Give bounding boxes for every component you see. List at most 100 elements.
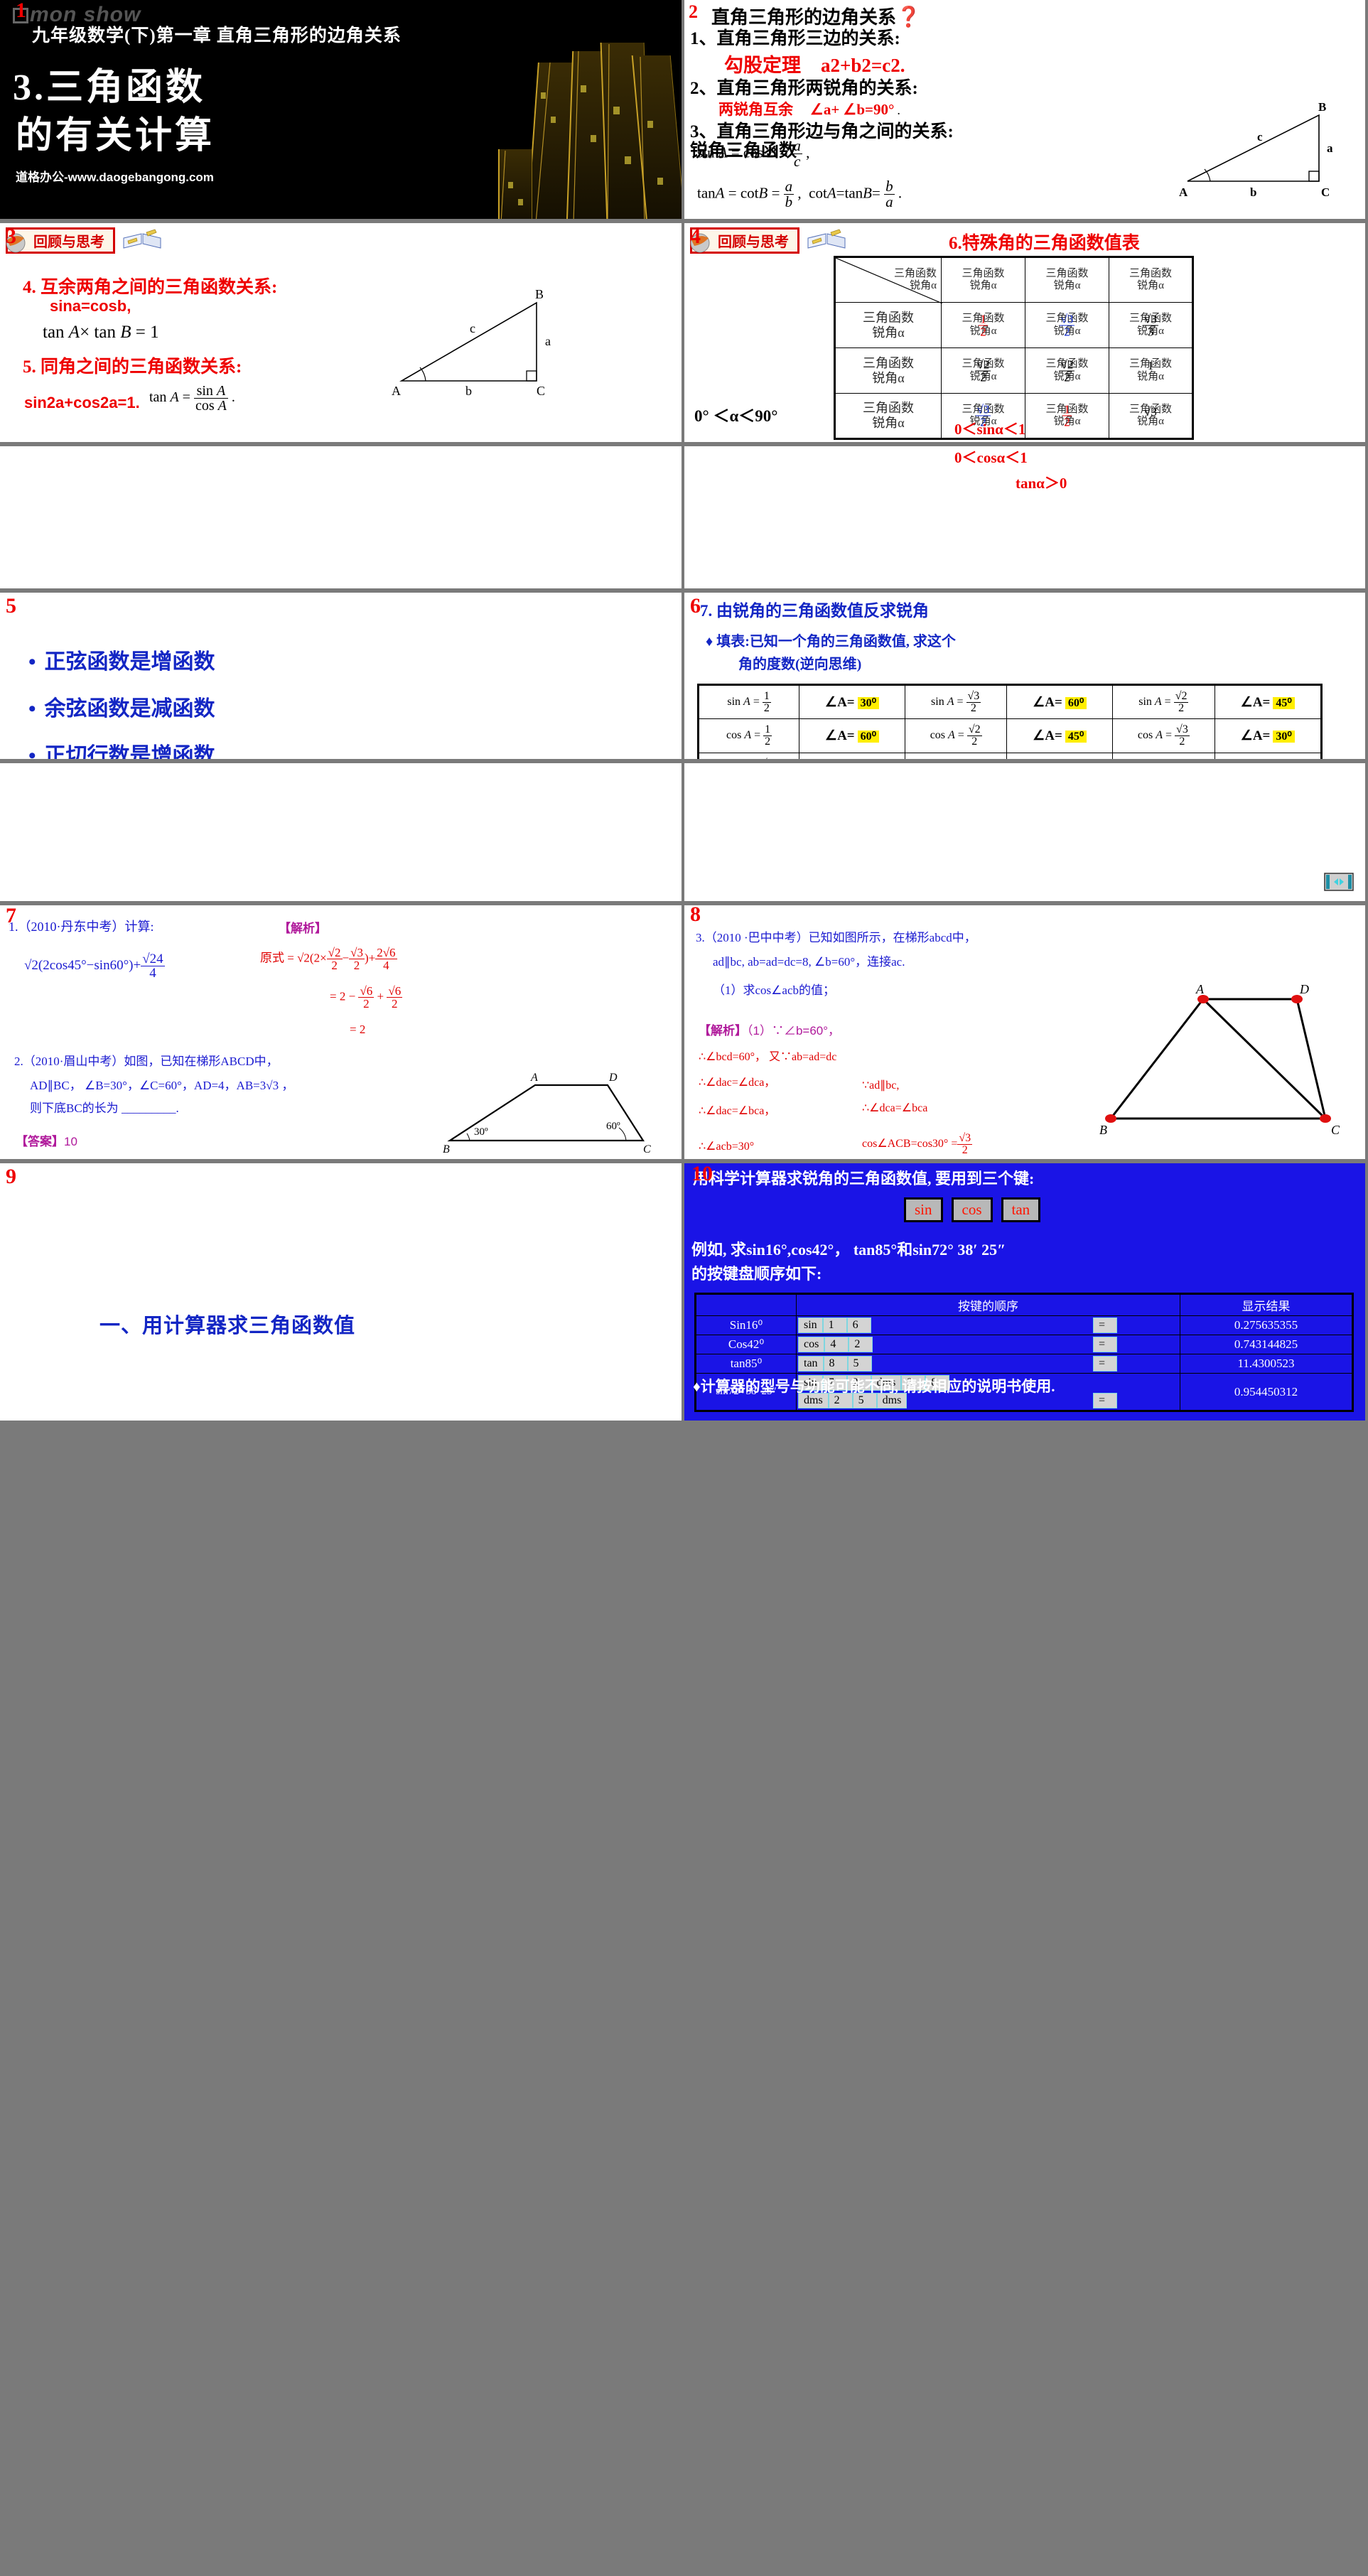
slide4-note-2: 0＜cosα＜1 (954, 449, 1028, 466)
slide7-question-2-line-3: 则下底BC的长为 _________. (30, 1101, 179, 1115)
book-icon (807, 229, 846, 249)
slide4-note-1: 0＜sinα＜1 (954, 421, 1026, 438)
sin-key[interactable]: sin (904, 1197, 943, 1222)
table-header-row: 按键的顺序 显示结果 (695, 1293, 1353, 1316)
slide7-answer: 【答案】10 (16, 1135, 77, 1148)
slide-2[interactable]: 2 直角三角形的边角关系❓ 1、直角三角形三边的关系: 勾股定理 a2+b2=c… (684, 0, 1365, 223)
book-icon (123, 229, 161, 249)
slide8-solution-line-3b: ∴∠dca=∠bca (862, 1102, 928, 1114)
table-cell-expr: sin A = √3 2 (904, 684, 1008, 719)
table-header-cell: 三角函数 锐角α (1109, 257, 1193, 303)
slide6-title: 7. 由锐角的三角函数值反求锐角 (700, 602, 929, 620)
svg-text:B: B (1318, 100, 1326, 114)
slide3-item4-formula: tan A× tan B = 1 (43, 323, 159, 342)
slide10-line-1: 用科学计算器求锐角的三角函数值, 要用到三个键: (693, 1170, 1035, 1187)
slide8-solution-line-1: ∴∠bcd=60°， 又∵ab=ad=dc (699, 1051, 837, 1063)
svg-text:B: B (1099, 1123, 1107, 1137)
svg-text:c: c (470, 321, 475, 335)
trapezoid-figure: A D B C 30º 60º (443, 1072, 651, 1155)
navigation-icon[interactable] (1324, 873, 1354, 891)
svg-text:D: D (1299, 983, 1309, 996)
table-cell: 三角函数 锐角α √3 (1109, 393, 1193, 439)
table-cell-expr: sin A = √2 2 (1112, 684, 1215, 719)
slide2-item2: 2、直角三角形两锐角的关系: (690, 79, 918, 98)
svg-text:60º: 60º (606, 1121, 620, 1132)
slide-number: 9 (6, 1165, 16, 1188)
key-digit[interactable]: 1 (822, 1317, 847, 1333)
slide3-item4: 4. 互余两角之间的三角函数关系: (23, 278, 278, 297)
cos-key[interactable]: cos (951, 1197, 993, 1222)
row-keys: sin 1 6 = (796, 1315, 1180, 1335)
slide8-question-line-1: 3.（2010 ·巴中中考）已知如图所示，在梯形abcd中， (696, 931, 976, 944)
slide2-formula-1: sin A = cos B = ac , (697, 137, 810, 170)
key-equals[interactable]: = (1093, 1337, 1117, 1352)
slide7-solution-line-2: = 2 − √6 2 + √6 2 (330, 984, 403, 1011)
slide6-sub-2: 角的度数(逆向思维) (738, 657, 862, 672)
slide8-solution-line-4: ∴∠acb=30° (699, 1141, 755, 1153)
list-item: 余弦函数是减函数 (28, 691, 682, 722)
svg-text:C: C (1331, 1123, 1340, 1137)
key-digit[interactable]: 8 (823, 1356, 848, 1371)
key-tan[interactable]: tan (798, 1356, 824, 1371)
slide-3-lower (0, 446, 684, 593)
slide-6[interactable]: 6 7. 由锐角的三角函数值反求锐角 ♦ 填表:已知一个角的三角函数值, 求这个… (684, 593, 1365, 763)
table-row: tan85⁰ tan 8 5 = 11.4300523 (695, 1354, 1353, 1374)
row-result: 0.743144825 (1180, 1335, 1353, 1354)
table-row: Cos42⁰ cos 4 2 = 0.743144825 (695, 1335, 1353, 1354)
slide2-item1: 1、直角三角形三边的关系: (690, 29, 900, 48)
table-cell-answer: ∠A= 45⁰ (1214, 753, 1323, 759)
table-cell: 三角函数 锐角α 1 (1109, 347, 1193, 394)
table-cell: 三角函数 锐角α √3 2 (1025, 302, 1109, 348)
slide-deck: mon show 1 九年级数学(下)第一章 直角三角形的边角关系 3.三角函数… (0, 0, 1368, 1421)
svg-text:A: A (530, 1072, 538, 1084)
row-result: 0.954450312 (1180, 1373, 1353, 1411)
slide-3[interactable]: 回顾与思考 3 4. 互余两角之间的三角函数关系: sina=cosb, tan… (0, 223, 684, 446)
slide-7[interactable]: 7 1.（2010·丹东中考）计算: √2(2cos45°−sin60°)+ √2… (0, 905, 684, 1163)
table-row: cos A = 12 ∠A= 60⁰ cos A = √2 2 ∠A= 45⁰ c… (697, 718, 1323, 753)
row-label: Cos42⁰ (695, 1335, 797, 1354)
key-digit[interactable]: 2 (849, 1337, 873, 1352)
table-header-blank (695, 1293, 797, 1316)
key-cos[interactable]: cos (798, 1337, 825, 1352)
key-equals[interactable]: = (1093, 1356, 1117, 1371)
calculator-key-row: sin cos tan (901, 1197, 1043, 1222)
key-digit[interactable]: 5 (847, 1356, 872, 1371)
key-sin[interactable]: sin (798, 1317, 823, 1333)
svg-text:C: C (1321, 185, 1330, 199)
slide-number: 7 (6, 905, 16, 927)
slide7-question-1-expr: √2(2cos45°−sin60°)+ √24 4 (24, 952, 165, 981)
table-header-cell: 三角函数 锐角α (941, 257, 1025, 303)
slide-5[interactable]: 5 正弦函数是增函数 余弦函数是减函数 正切行数是增函数 (0, 593, 684, 763)
table-row: Sin16⁰ sin 1 6 = 0.275635355 (695, 1315, 1353, 1335)
table-header-result: 显示结果 (1180, 1293, 1353, 1316)
slide-9[interactable]: 9 一、用计算器求三角函数值 (0, 1163, 684, 1421)
slide-6-lower (684, 763, 1365, 905)
key-digit[interactable]: 6 (846, 1317, 871, 1333)
svg-text:A: A (1179, 185, 1188, 199)
slide-10[interactable]: 10 用科学计算器求锐角的三角函数值, 要用到三个键: sin cos tan … (684, 1163, 1365, 1421)
key-digit[interactable]: 4 (824, 1337, 849, 1352)
table-cell-answer: ∠A= 60⁰ (1006, 684, 1114, 719)
list-item: 正弦函数是增函数 (28, 644, 682, 675)
table-cell: 三角函数 锐角α √2 2 (941, 347, 1025, 394)
slide-4[interactable]: 回顾与思考 4 6.特殊角的三角函数值表 三角函数 锐角α 三角函数 锐角α 三… (684, 223, 1365, 446)
diamond-bullet-icon: ♦ (706, 634, 713, 650)
key-equals[interactable]: = (1093, 1317, 1117, 1333)
list-item: 正切行数是增函数 (28, 738, 682, 759)
diamond-bullet-icon: ♦ (693, 1378, 701, 1395)
slide-number: 4 (690, 225, 701, 248)
slide-1[interactable]: mon show 1 九年级数学(下)第一章 直角三角形的边角关系 3.三角函数… (0, 0, 684, 223)
table-cell-expr: cos A = √2 2 (904, 718, 1008, 753)
tan-key[interactable]: tan (1001, 1197, 1041, 1222)
svg-text:B: B (443, 1143, 450, 1155)
slide2-formula-2: tanA = cotB = ab , cotA=tanB= ba . (697, 178, 903, 210)
key-equals[interactable]: = (1093, 1393, 1117, 1408)
slide-number: 6 (690, 594, 701, 618)
slide3-item5-formula: tan A = sin Acos A . (149, 383, 235, 414)
table-corner-cell: 三角函数 锐角α (834, 257, 942, 303)
slide-8[interactable]: 8 3.（2010 ·巴中中考）已知如图所示，在梯形abcd中， ad∥bc, … (684, 905, 1365, 1163)
table-cell: 三角函数 锐角α 12 (1025, 393, 1109, 439)
slide1-title-line2: 的有关计算 (16, 116, 215, 156)
slide-number: 3 (6, 225, 16, 248)
slide-number: 5 (6, 594, 16, 618)
